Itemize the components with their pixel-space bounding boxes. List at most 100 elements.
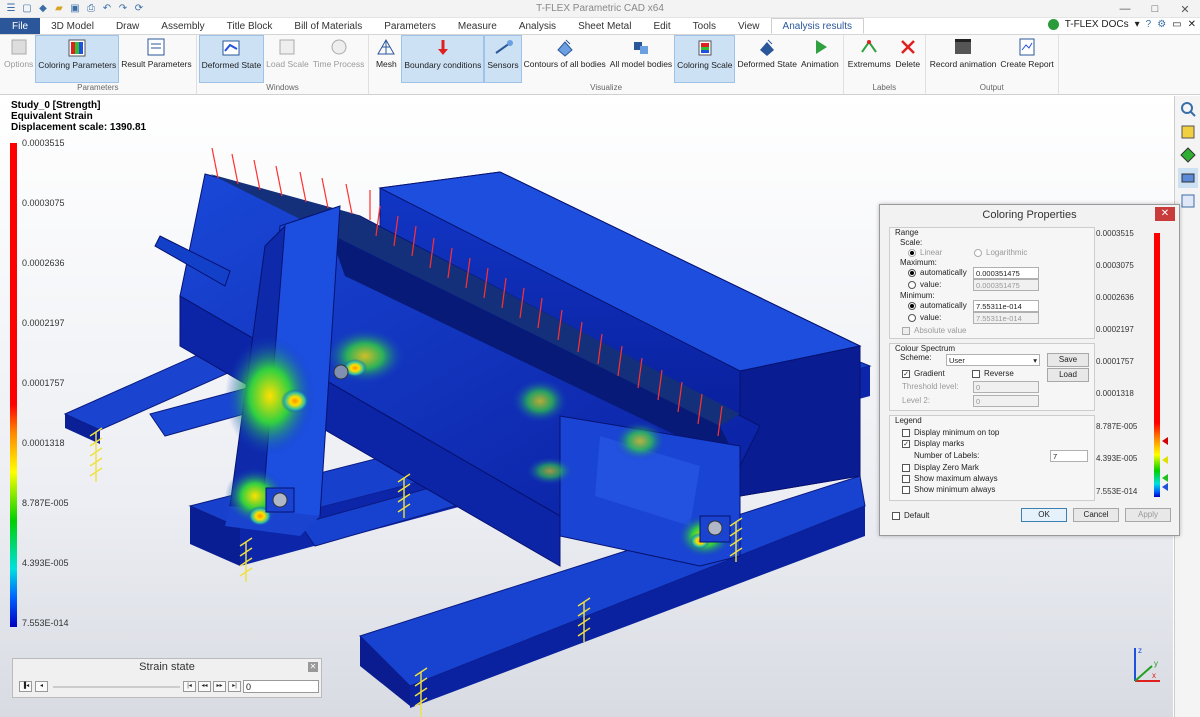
tab-file[interactable]: File bbox=[0, 18, 41, 34]
max-auto-field[interactable]: 0.000351475 bbox=[973, 267, 1039, 279]
max-value-radio[interactable] bbox=[908, 281, 916, 289]
close-icon[interactable]: ✕ bbox=[308, 662, 318, 672]
tab-parameters[interactable]: Parameters bbox=[373, 18, 447, 34]
threshold-field[interactable]: 0 bbox=[973, 381, 1039, 393]
legend-mark-icon[interactable] bbox=[1162, 474, 1168, 482]
cancel-button[interactable]: Cancel bbox=[1073, 508, 1119, 522]
coloring-scale-button[interactable]: Coloring Scale bbox=[674, 35, 736, 83]
new-3d-icon[interactable]: ◆ bbox=[36, 2, 50, 16]
dialog-close-button[interactable]: ✕ bbox=[1155, 207, 1175, 221]
min-value-radio[interactable] bbox=[908, 314, 916, 322]
time-slider[interactable] bbox=[53, 686, 180, 688]
new-file-icon[interactable]: ▢ bbox=[20, 2, 34, 16]
restore-icon[interactable]: ▭ bbox=[1172, 19, 1181, 30]
options-button[interactable]: Options bbox=[2, 35, 35, 83]
apply-button[interactable]: Apply bbox=[1125, 508, 1171, 522]
extremums-button[interactable]: Extremums bbox=[846, 35, 893, 83]
show-min-checkbox[interactable] bbox=[902, 486, 910, 494]
default-checkbox[interactable] bbox=[892, 512, 900, 520]
boundary-conditions-button[interactable]: Boundary conditions bbox=[401, 35, 485, 83]
open-folder-icon[interactable]: ▰ bbox=[52, 2, 66, 16]
gradient-checkbox[interactable]: ✓ bbox=[902, 370, 910, 378]
tab-3d-model[interactable]: 3D Model bbox=[40, 18, 105, 34]
min-value-field[interactable]: 7.55311e-014 bbox=[973, 312, 1039, 324]
help-icon[interactable]: ? bbox=[1146, 19, 1152, 30]
gear-icon[interactable]: ⚙ bbox=[1157, 19, 1166, 30]
record-animation-button[interactable]: Record animation bbox=[928, 35, 999, 83]
tab-sheet-metal[interactable]: Sheet Metal bbox=[567, 18, 642, 34]
load-button[interactable]: Load bbox=[1047, 368, 1089, 382]
save-button[interactable]: Save bbox=[1047, 353, 1089, 367]
ribbon-group-visualize: Mesh Boundary conditions Sensors Contours o… bbox=[369, 35, 844, 94]
create-report-button[interactable]: Create Report bbox=[998, 35, 1055, 83]
contours-of-all-bodies-button[interactable]: Contours of all bodies bbox=[522, 35, 608, 83]
animation-button[interactable]: Animation bbox=[799, 35, 841, 83]
maximize-button[interactable]: □ bbox=[1140, 0, 1170, 18]
tab-measure[interactable]: Measure bbox=[447, 18, 508, 34]
measure-icon[interactable] bbox=[1178, 191, 1198, 211]
first-frame-button[interactable]: ▐◂ bbox=[19, 681, 32, 692]
zoom-icon[interactable] bbox=[1178, 99, 1198, 119]
doc-close-icon[interactable]: ✕ bbox=[1188, 19, 1196, 30]
rewind-button[interactable]: ◂◂ bbox=[198, 681, 211, 692]
ok-button[interactable]: OK bbox=[1021, 508, 1067, 522]
all-model-bodies-button[interactable]: All model bodies bbox=[608, 35, 674, 83]
min-auto-radio[interactable] bbox=[908, 302, 916, 310]
level2-field[interactable]: 0 bbox=[973, 395, 1039, 407]
prev-button[interactable]: |◂ bbox=[183, 681, 196, 692]
redo-icon[interactable]: ↷ bbox=[116, 2, 130, 16]
play-back-button[interactable]: ◂ bbox=[35, 681, 48, 692]
regenerate-icon[interactable]: ⟳ bbox=[132, 2, 146, 16]
time-process-button[interactable]: Time Process bbox=[311, 35, 367, 83]
coloring-parameters-button[interactable]: Coloring Parameters bbox=[35, 35, 120, 83]
view-cube-icon[interactable] bbox=[1178, 122, 1198, 142]
scheme-select[interactable]: User ▾ bbox=[946, 354, 1040, 366]
legend-mark-icon[interactable] bbox=[1162, 437, 1168, 445]
minimize-button[interactable]: — bbox=[1110, 0, 1140, 18]
print-icon[interactable]: ⎙ bbox=[84, 2, 98, 16]
deformed-state-button[interactable]: Deformed State bbox=[198, 35, 265, 83]
show-max-checkbox[interactable] bbox=[902, 475, 910, 483]
display-marks-checkbox[interactable]: ✓ bbox=[902, 440, 910, 448]
legend-mark-icon[interactable] bbox=[1162, 483, 1168, 491]
save-icon[interactable]: ▣ bbox=[68, 2, 82, 16]
max-value-field[interactable]: 0.000351475 bbox=[973, 279, 1039, 291]
reverse-checkbox[interactable] bbox=[972, 370, 980, 378]
last-frame-button[interactable]: ▸| bbox=[228, 681, 241, 692]
tab-draw[interactable]: Draw bbox=[105, 18, 150, 34]
frame-value-input[interactable]: 0 bbox=[243, 680, 319, 693]
tab-title-block[interactable]: Title Block bbox=[216, 18, 284, 34]
deformed-state-button[interactable]: Deformed State bbox=[735, 35, 799, 83]
docs-label[interactable]: T-FLEX DOCs bbox=[1065, 19, 1129, 30]
result-info: Study_0 [Strength] Equivalent Strain Dis… bbox=[11, 100, 146, 133]
tab-analysis-results[interactable]: Analysis results bbox=[770, 18, 864, 34]
chevron-down-icon[interactable]: ▾ bbox=[1135, 19, 1140, 30]
min-auto-field[interactable]: 7.55311e-014 bbox=[973, 300, 1039, 312]
log-radio[interactable] bbox=[974, 249, 982, 257]
sensors-button[interactable]: Sensors bbox=[484, 35, 522, 83]
shading-icon[interactable] bbox=[1178, 145, 1198, 165]
app-menu-icon[interactable]: ☰ bbox=[4, 2, 18, 16]
deformed-state-icon bbox=[220, 37, 242, 59]
zero-mark-checkbox[interactable] bbox=[902, 464, 910, 472]
absolute-value-checkbox[interactable] bbox=[902, 327, 910, 335]
legend-mark-icon[interactable] bbox=[1162, 456, 1168, 464]
linear-radio[interactable] bbox=[908, 249, 916, 257]
tab-view[interactable]: View bbox=[727, 18, 771, 34]
load-scale-button[interactable]: Load Scale bbox=[264, 35, 311, 83]
tab-tools[interactable]: Tools bbox=[682, 18, 727, 34]
min-top-checkbox[interactable] bbox=[902, 429, 910, 437]
tab-assembly[interactable]: Assembly bbox=[150, 18, 215, 34]
tab-edit[interactable]: Edit bbox=[642, 18, 681, 34]
mesh-button[interactable]: Mesh bbox=[371, 35, 401, 83]
result-parameters-button[interactable]: Result Parameters bbox=[119, 35, 193, 83]
section-icon[interactable] bbox=[1178, 168, 1198, 188]
delete-button[interactable]: Delete bbox=[893, 35, 923, 83]
tab-bill-of-materials[interactable]: Bill of Materials bbox=[283, 18, 373, 34]
forward-button[interactable]: ▸▸ bbox=[213, 681, 226, 692]
undo-icon[interactable]: ↶ bbox=[100, 2, 114, 16]
num-labels-field[interactable]: 7 bbox=[1050, 450, 1088, 462]
close-button[interactable]: ✕ bbox=[1170, 0, 1200, 18]
max-auto-radio[interactable] bbox=[908, 269, 916, 277]
tab-analysis[interactable]: Analysis bbox=[508, 18, 567, 34]
